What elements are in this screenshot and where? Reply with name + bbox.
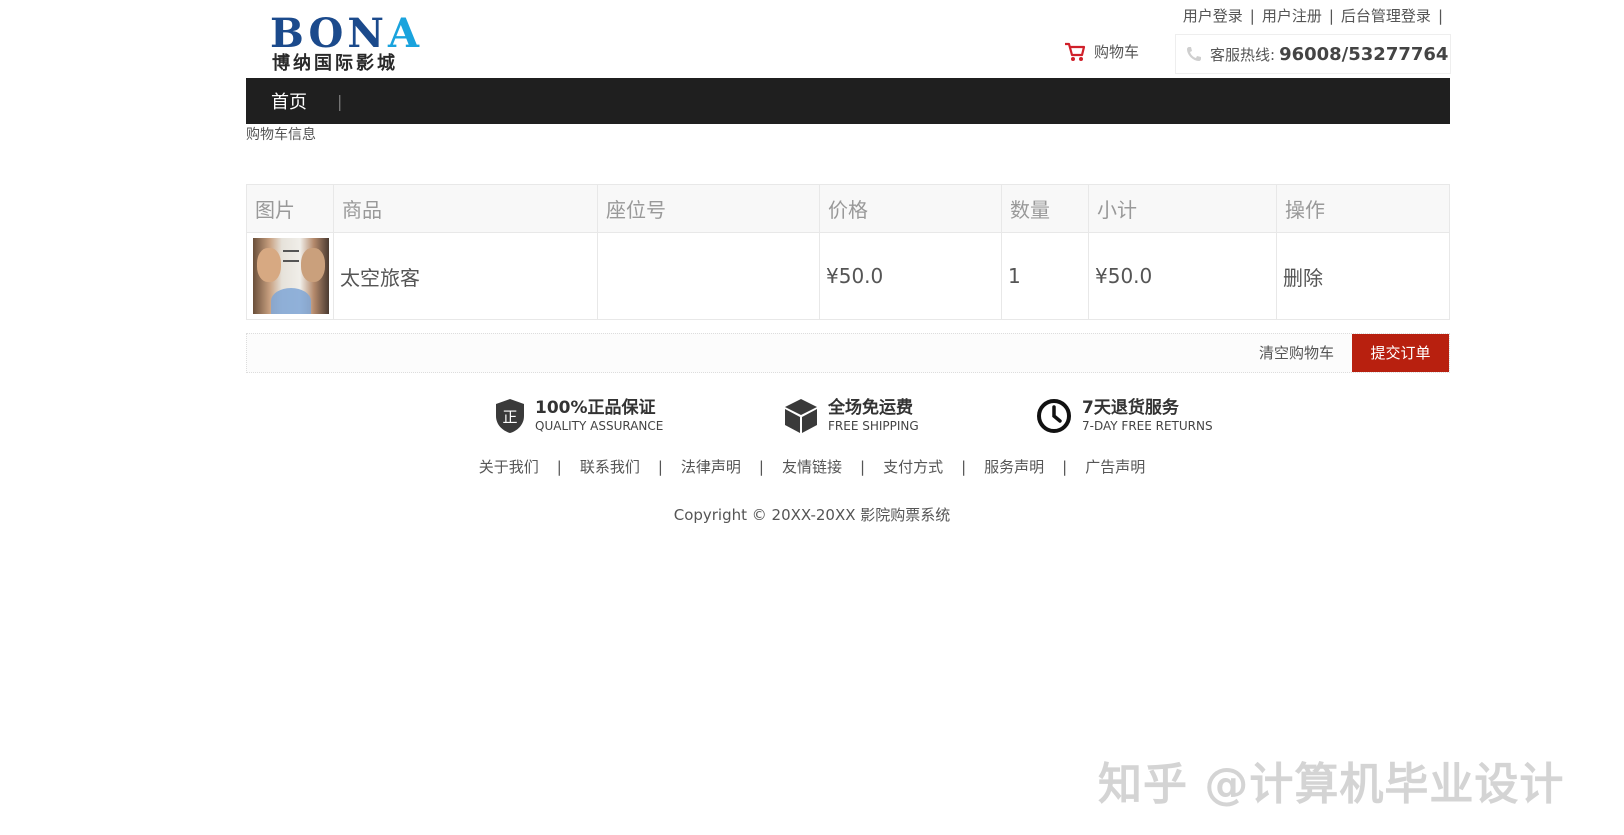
- admin-login-link[interactable]: 后台管理登录: [1341, 7, 1431, 25]
- cart-action-bar: 清空购物车 提交订单: [246, 333, 1450, 373]
- service-title: 7天退货服务: [1082, 398, 1179, 418]
- footer-divider: |: [758, 458, 764, 476]
- footer-link-service[interactable]: 服务声明: [984, 458, 1044, 476]
- cell-image: [246, 232, 334, 320]
- clock-icon: [1037, 399, 1071, 433]
- user-login-link[interactable]: 用户登录: [1183, 7, 1243, 25]
- table-header-row: 图片 商品 座位号 价格 数量 小计 操作: [246, 184, 1450, 233]
- cell-price: ¥50.0: [819, 232, 1002, 320]
- footer-link-friends[interactable]: 友情链接: [782, 458, 842, 476]
- footer-divider: |: [1062, 458, 1068, 476]
- clear-cart-button[interactable]: 清空购物车: [1259, 334, 1334, 372]
- footer-link-about[interactable]: 关于我们: [479, 458, 539, 476]
- top-links: 用户登录 | 用户注册 | 后台管理登录 |: [1183, 6, 1450, 26]
- link-divider: |: [1249, 7, 1255, 25]
- service-title: 100%正品保证: [535, 398, 656, 418]
- link-divider: |: [1328, 7, 1334, 25]
- footer-divider: |: [961, 458, 967, 476]
- svg-text:正: 正: [502, 408, 517, 426]
- service-subtitle: QUALITY ASSURANCE: [535, 419, 664, 433]
- delete-link[interactable]: 删除: [1276, 232, 1450, 320]
- footer-link-legal[interactable]: 法律声明: [681, 458, 741, 476]
- footer-link-ads[interactable]: 广告声明: [1085, 458, 1145, 476]
- nav-divider: |: [337, 91, 343, 111]
- cell-seat: [597, 232, 820, 320]
- cell-quantity: 1: [1001, 232, 1089, 320]
- service-subtitle: 7-DAY FREE RETURNS: [1082, 419, 1213, 433]
- cell-product: 太空旅客: [333, 232, 598, 320]
- service-shipping: 全场免运费 FREE SHIPPING: [784, 398, 919, 434]
- submit-order-button[interactable]: 提交订单: [1352, 334, 1449, 372]
- column-header: 座位号: [597, 184, 820, 233]
- column-header: 商品: [333, 184, 598, 233]
- site-logo[interactable]: BONA 博纳国际影城: [270, 10, 470, 74]
- service-subtitle: FREE SHIPPING: [828, 419, 919, 433]
- cart-table: 图片 商品 座位号 价格 数量 小计 操作 太空旅客 ¥50.0 1 ¥50.0…: [246, 184, 1450, 320]
- breadcrumb: 购物车信息: [246, 127, 316, 143]
- footer-divider: |: [860, 458, 866, 476]
- user-register-link[interactable]: 用户注册: [1262, 7, 1322, 25]
- box-icon: [785, 399, 817, 433]
- column-header: 小计: [1088, 184, 1277, 233]
- column-header: 操作: [1276, 184, 1450, 233]
- footer-links: 关于我们 | 联系我们 | 法律声明 | 友情链接 | 支付方式 | 服务声明 | 广告声明: [0, 456, 1624, 478]
- column-header: 数量: [1001, 184, 1089, 233]
- footer-link-payment[interactable]: 支付方式: [883, 458, 943, 476]
- column-header: 图片: [246, 184, 334, 233]
- column-header: 价格: [819, 184, 1002, 233]
- footer-link-contact[interactable]: 联系我们: [580, 458, 640, 476]
- logo-subtitle: 博纳国际影城: [272, 53, 398, 74]
- hotline-box: 客服热线: 96008/53277764: [1175, 34, 1451, 74]
- footer-divider: |: [556, 458, 562, 476]
- main-nav: 首页 |: [246, 78, 1450, 124]
- hotline-label: 客服热线:: [1210, 45, 1276, 64]
- nav-home[interactable]: 首页: [271, 88, 307, 114]
- link-divider: |: [1437, 7, 1443, 25]
- cell-subtotal: ¥50.0: [1088, 232, 1277, 320]
- cart-label: 购物车: [1094, 43, 1140, 61]
- cart-link[interactable]: 购物车: [1064, 40, 1139, 64]
- shield-icon: 正: [496, 399, 524, 433]
- service-quality: 正 100%正品保证 QUALITY ASSURANCE: [495, 398, 663, 434]
- movie-poster[interactable]: [253, 238, 329, 314]
- footer-divider: |: [657, 458, 663, 476]
- service-returns: 7天退货服务 7-DAY FREE RETURNS: [1036, 398, 1213, 434]
- shopping-cart-icon: [1065, 42, 1086, 61]
- logo-brand: BONA: [270, 10, 424, 57]
- copyright: Copyright © 20XX-20XX 影院购票系统: [673, 506, 951, 524]
- hotline-number: 96008/53277764: [1279, 43, 1449, 65]
- service-title: 全场免运费: [828, 398, 913, 418]
- table-row: 太空旅客 ¥50.0 1 ¥50.0 删除: [246, 232, 1450, 320]
- phone-icon: [1187, 47, 1201, 61]
- watermark: 知乎 @计算机毕业设计: [1098, 759, 1565, 810]
